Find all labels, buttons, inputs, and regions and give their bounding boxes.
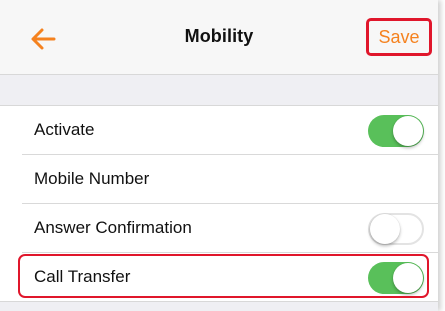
save-button[interactable]: Save bbox=[366, 18, 432, 56]
screen: Mobility Save Activate Mobile Number Ans… bbox=[0, 0, 445, 311]
activate-toggle[interactable] bbox=[368, 115, 424, 147]
navigation-bar: Mobility Save bbox=[0, 0, 438, 75]
answer-confirmation-toggle[interactable] bbox=[368, 213, 424, 245]
setting-row-mobile-number[interactable]: Mobile Number bbox=[0, 155, 438, 204]
mobility-panel: Mobility Save Activate Mobile Number Ans… bbox=[0, 0, 438, 311]
call-transfer-toggle[interactable] bbox=[368, 262, 424, 294]
setting-label: Answer Confirmation bbox=[34, 218, 192, 237]
section-spacer bbox=[0, 75, 438, 105]
setting-row-call-transfer: Call Transfer bbox=[0, 253, 438, 302]
bottom-section-spacer bbox=[0, 301, 438, 311]
setting-label: Activate bbox=[34, 120, 95, 139]
settings-list: Activate Mobile Number Answer Confirmati… bbox=[0, 105, 438, 302]
setting-row-activate: Activate bbox=[0, 106, 438, 155]
toggle-knob bbox=[370, 214, 400, 244]
toggle-knob bbox=[393, 116, 423, 146]
setting-label: Mobile Number bbox=[34, 169, 150, 188]
setting-label: Call Transfer bbox=[34, 267, 131, 286]
setting-row-answer-confirmation: Answer Confirmation bbox=[0, 204, 438, 253]
toggle-knob bbox=[393, 263, 423, 293]
